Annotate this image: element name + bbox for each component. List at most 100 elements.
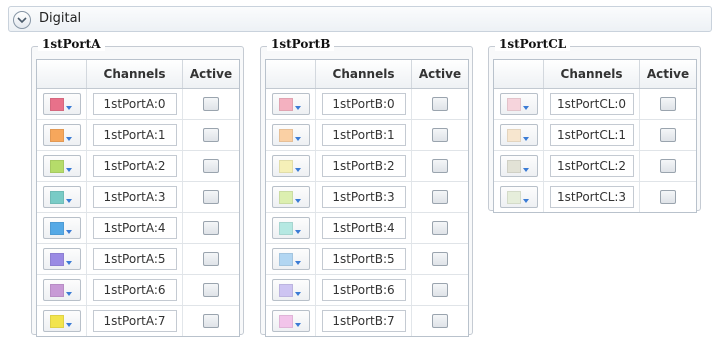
active-checkbox[interactable] xyxy=(660,159,676,173)
color-picker-button[interactable] xyxy=(42,186,81,208)
port-group-cl: 1stPortCL Channels Active 1stPortCL:0 1stPo… xyxy=(488,37,701,213)
color-picker-button[interactable] xyxy=(42,310,81,332)
channel-name-field[interactable]: 1stPortA:1 xyxy=(92,124,177,146)
color-swatch xyxy=(506,160,521,173)
active-checkbox[interactable] xyxy=(432,252,448,266)
active-checkbox[interactable] xyxy=(203,190,219,204)
active-column-header[interactable]: Active xyxy=(412,60,468,88)
active-checkbox[interactable] xyxy=(203,221,219,235)
color-column-header xyxy=(266,60,316,88)
channel-name-field[interactable]: 1stPortB:3 xyxy=(321,186,406,208)
active-checkbox[interactable] xyxy=(432,314,448,328)
table-row: 1stPortB:2 xyxy=(266,151,468,182)
channels-column-header[interactable]: Channels xyxy=(87,60,183,88)
channel-name-field[interactable]: 1stPortA:3 xyxy=(92,186,177,208)
table-header: Channels Active xyxy=(494,60,696,89)
channel-name-field[interactable]: 1stPortB:6 xyxy=(321,279,406,301)
dropdown-arrow-icon xyxy=(294,292,301,296)
color-picker-button[interactable] xyxy=(499,93,538,115)
active-column-header[interactable]: Active xyxy=(183,60,239,88)
color-picker-button[interactable] xyxy=(271,248,310,270)
active-checkbox[interactable] xyxy=(660,128,676,142)
color-picker-button[interactable] xyxy=(271,217,310,239)
dropdown-arrow-icon xyxy=(65,261,72,265)
color-column-header xyxy=(37,60,87,88)
color-picker-button[interactable] xyxy=(42,248,81,270)
color-picker-button[interactable] xyxy=(499,155,538,177)
channel-name-field[interactable]: 1stPortCL:3 xyxy=(549,186,634,208)
digital-section-header[interactable]: Digital xyxy=(8,6,712,32)
color-picker-button[interactable] xyxy=(499,124,538,146)
color-swatch xyxy=(49,284,64,297)
channel-name-field[interactable]: 1stPortB:4 xyxy=(321,217,406,239)
channels-column-header[interactable]: Channels xyxy=(316,60,412,88)
color-swatch xyxy=(49,160,64,173)
active-checkbox[interactable] xyxy=(203,159,219,173)
color-picker-button[interactable] xyxy=(42,279,81,301)
table-row: 1stPortA:7 xyxy=(37,306,239,336)
color-picker-button[interactable] xyxy=(42,124,81,146)
channel-table: Channels Active 1stPortA:0 1stPortA:1 1stPor… xyxy=(36,59,240,337)
active-checkbox[interactable] xyxy=(203,97,219,111)
active-checkbox[interactable] xyxy=(432,221,448,235)
port-group-a: 1stPortA Channels Active 1stPortA:0 1stPort… xyxy=(31,37,244,337)
active-checkbox[interactable] xyxy=(660,97,676,111)
color-picker-button[interactable] xyxy=(271,93,310,115)
channel-name-field[interactable]: 1stPortB:0 xyxy=(321,93,406,115)
table-row: 1stPortA:0 xyxy=(37,89,239,120)
color-picker-button[interactable] xyxy=(271,279,310,301)
channel-table: Channels Active 1stPortB:0 1stPortB:1 1stPor… xyxy=(265,59,469,337)
table-row: 1stPortCL:0 xyxy=(494,89,696,120)
channel-name-field[interactable]: 1stPortA:0 xyxy=(92,93,177,115)
table-row: 1stPortCL:1 xyxy=(494,120,696,151)
channel-name-field[interactable]: 1stPortB:7 xyxy=(321,310,406,332)
dropdown-arrow-icon xyxy=(522,168,529,172)
channel-name-field[interactable]: 1stPortB:5 xyxy=(321,248,406,270)
color-picker-button[interactable] xyxy=(271,310,310,332)
collapse-chevron-icon[interactable] xyxy=(13,11,31,29)
port-group-title: 1stPortB xyxy=(267,37,335,51)
color-picker-button[interactable] xyxy=(42,93,81,115)
color-picker-button[interactable] xyxy=(271,155,310,177)
table-row: 1stPortB:1 xyxy=(266,120,468,151)
color-picker-button[interactable] xyxy=(271,186,310,208)
active-checkbox[interactable] xyxy=(432,283,448,297)
table-header: Channels Active xyxy=(37,60,239,89)
color-swatch xyxy=(506,191,521,204)
color-picker-button[interactable] xyxy=(42,155,81,177)
active-checkbox[interactable] xyxy=(660,190,676,204)
channel-name-field[interactable]: 1stPortB:1 xyxy=(321,124,406,146)
active-column-header[interactable]: Active xyxy=(640,60,696,88)
channel-name-field[interactable]: 1stPortCL:1 xyxy=(549,124,634,146)
channel-name-field[interactable]: 1stPortB:2 xyxy=(321,155,406,177)
channels-column-header[interactable]: Channels xyxy=(544,60,640,88)
color-picker-button[interactable] xyxy=(42,217,81,239)
channel-name-field[interactable]: 1stPortA:4 xyxy=(92,217,177,239)
active-checkbox[interactable] xyxy=(432,97,448,111)
active-checkbox[interactable] xyxy=(203,314,219,328)
table-header: Channels Active xyxy=(266,60,468,89)
channel-name-field[interactable]: 1stPortA:5 xyxy=(92,248,177,270)
channel-name-field[interactable]: 1stPortA:2 xyxy=(92,155,177,177)
color-picker-button[interactable] xyxy=(499,186,538,208)
dropdown-arrow-icon xyxy=(522,199,529,203)
active-checkbox[interactable] xyxy=(203,128,219,142)
channel-name-field[interactable]: 1stPortCL:2 xyxy=(549,155,634,177)
color-swatch xyxy=(506,98,521,111)
channel-name-field[interactable]: 1stPortA:6 xyxy=(92,279,177,301)
channel-name-field[interactable]: 1stPortA:7 xyxy=(92,310,177,332)
color-swatch xyxy=(278,284,293,297)
channel-name-field[interactable]: 1stPortCL:0 xyxy=(549,93,634,115)
color-swatch xyxy=(278,253,293,266)
color-picker-button[interactable] xyxy=(271,124,310,146)
dropdown-arrow-icon xyxy=(65,199,72,203)
color-swatch xyxy=(49,253,64,266)
active-checkbox[interactable] xyxy=(432,190,448,204)
active-checkbox[interactable] xyxy=(432,159,448,173)
color-swatch xyxy=(49,129,64,142)
active-checkbox[interactable] xyxy=(203,283,219,297)
color-swatch xyxy=(278,129,293,142)
color-swatch xyxy=(278,315,293,328)
active-checkbox[interactable] xyxy=(203,252,219,266)
active-checkbox[interactable] xyxy=(432,128,448,142)
